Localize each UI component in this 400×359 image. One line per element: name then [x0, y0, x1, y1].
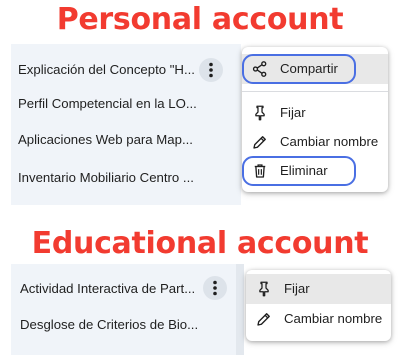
menu-item-pin[interactable]: Fijar — [242, 98, 388, 128]
scrollbar-track — [236, 264, 244, 355]
chat-item[interactable]: Explicación del Concepto "H... — [18, 62, 198, 77]
educational-chat-list: Actividad Interactiva de Part... Desglos… — [11, 264, 236, 355]
menu-item-rename[interactable]: Cambiar nombre — [242, 127, 388, 157]
educational-account-heading: Educational account — [31, 226, 369, 261]
menu-item-label: Cambiar nombre — [280, 134, 379, 149]
chat-item[interactable]: Desglose de Criterios de Bio... — [20, 317, 198, 332]
chat-item[interactable]: Aplicaciones Web para Map... — [18, 132, 198, 147]
pencil-icon — [253, 136, 266, 149]
more-options-button[interactable] — [199, 58, 223, 82]
personal-chat-list: Explicación del Concepto "H... Perfil Co… — [11, 44, 241, 205]
more-options-button[interactable] — [203, 276, 227, 300]
personal-account-heading: Personal account — [56, 2, 344, 37]
chat-item[interactable]: Perfil Competencial en la LO... — [18, 96, 198, 111]
educational-context-menu: Fijar Cambiar nombre — [246, 270, 391, 341]
chat-item[interactable]: Inventario Mobiliario Centro ... — [18, 170, 198, 185]
chat-item[interactable]: Actividad Interactiva de Part... — [20, 281, 198, 296]
pin-icon — [259, 281, 269, 297]
menu-item-label: Cambiar nombre — [284, 311, 383, 326]
menu-item-label: Fijar — [280, 105, 306, 120]
more-vert-icon — [209, 62, 213, 78]
menu-item-pin[interactable]: Fijar — [246, 274, 391, 304]
share-highlight-ring — [242, 54, 356, 84]
more-vert-icon — [213, 280, 217, 296]
delete-highlight-ring — [242, 156, 356, 186]
menu-item-label: Fijar — [284, 281, 310, 296]
menu-divider — [242, 91, 388, 92]
pencil-icon — [257, 313, 270, 326]
pin-icon — [255, 105, 265, 121]
menu-item-rename[interactable]: Cambiar nombre — [246, 304, 391, 334]
